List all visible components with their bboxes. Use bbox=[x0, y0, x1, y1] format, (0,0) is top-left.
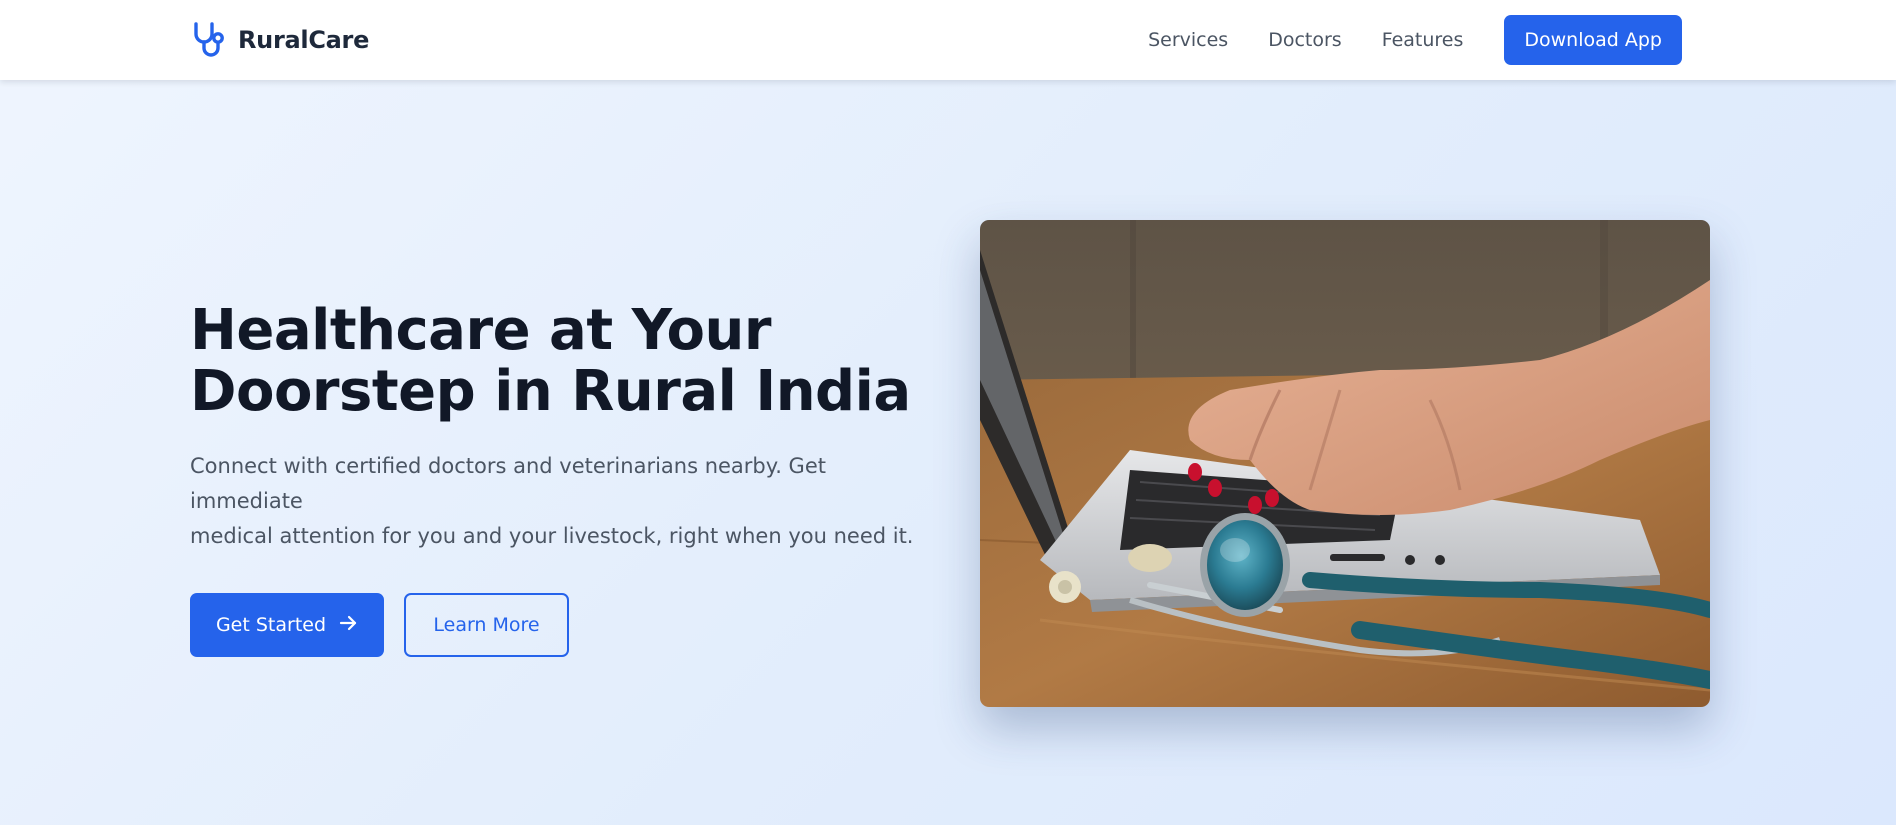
site-header: RuralCare Services Doctors Features Down… bbox=[0, 0, 1896, 80]
hero-image bbox=[980, 220, 1710, 707]
nav-link-features[interactable]: Features bbox=[1382, 29, 1464, 51]
nav-link-doctors[interactable]: Doctors bbox=[1268, 29, 1342, 51]
hero-description: Connect with certified doctors and veter… bbox=[190, 449, 920, 554]
nav-link-services[interactable]: Services bbox=[1148, 29, 1228, 51]
brand-logo[interactable]: RuralCare bbox=[190, 20, 369, 60]
get-started-button[interactable]: Get Started bbox=[190, 593, 384, 657]
arrow-right-icon bbox=[338, 613, 358, 638]
hero-section: Healthcare at Your Doorstep in Rural Ind… bbox=[190, 300, 920, 657]
stethoscope-icon bbox=[190, 20, 230, 60]
get-started-label: Get Started bbox=[215, 614, 327, 636]
laptop-stethoscope-photo bbox=[980, 220, 1710, 707]
hero-description-line-1: Connect with certified doctors and veter… bbox=[190, 454, 826, 513]
hero-actions: Get Started Learn More bbox=[190, 593, 920, 657]
hero-description-line-2: medical attention for you and your lives… bbox=[190, 524, 914, 548]
download-app-button[interactable]: Download App bbox=[1504, 15, 1682, 65]
hero-title: Healthcare at Your Doorstep in Rural Ind… bbox=[190, 300, 920, 422]
brand-name: RuralCare bbox=[238, 26, 370, 54]
hero-title-line-1: Healthcare at Your bbox=[190, 298, 771, 363]
learn-more-button[interactable]: Learn More bbox=[404, 593, 569, 657]
main-nav: Services Doctors Features Download App bbox=[1148, 15, 1682, 65]
hero-title-line-2: Doorstep in Rural India bbox=[190, 359, 911, 424]
